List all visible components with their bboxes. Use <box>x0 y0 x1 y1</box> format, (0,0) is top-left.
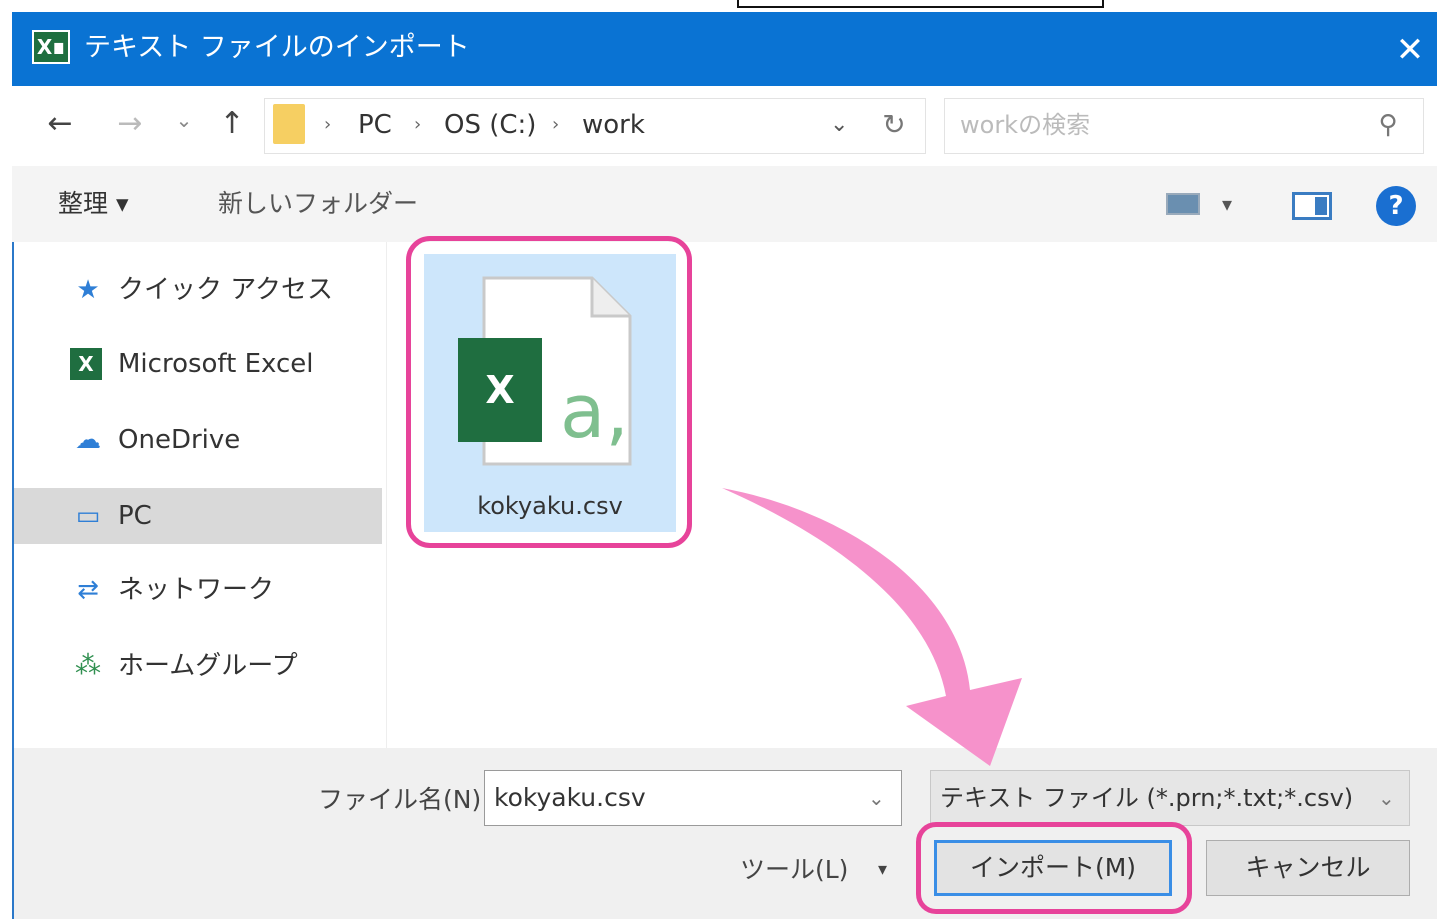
folder-icon <box>273 104 305 144</box>
tools-menu-button[interactable]: ツール(L) <box>740 850 848 890</box>
cancel-button[interactable]: キャンセル <box>1206 840 1410 896</box>
recent-locations-chevron-icon[interactable]: ⌄ <box>166 100 202 140</box>
sidebar-item-label: ネットワーク <box>118 575 275 605</box>
star-icon: ★ <box>76 275 100 305</box>
import-highlight-annotation <box>916 822 1192 914</box>
computer-icon: ▭ <box>75 501 101 531</box>
cloud-icon: ☁ <box>75 425 101 455</box>
search-icon[interactable]: ⚲ <box>1368 100 1408 150</box>
sidebar-item-onedrive[interactable]: ☁ OneDrive <box>14 412 382 468</box>
network-icon: ⇄ <box>77 575 99 605</box>
sidebar-item-microsoft-excel[interactable]: X Microsoft Excel <box>14 336 382 392</box>
change-view-icon[interactable] <box>1166 193 1200 215</box>
sidebar-item-quick-access[interactable]: ★ クイック アクセス <box>14 262 382 318</box>
new-folder-button[interactable]: 新しいフォルダー <box>218 186 418 222</box>
close-icon[interactable]: ✕ <box>1390 30 1430 70</box>
sidebar-item-label: Microsoft Excel <box>118 349 314 379</box>
preview-pane-icon[interactable] <box>1292 192 1332 220</box>
homegroup-icon: ⁂ <box>75 651 101 681</box>
file-highlight-annotation <box>406 236 692 548</box>
sidebar-item-pc[interactable]: ▭ PC <box>14 488 382 544</box>
breadcrumb-separator-icon: › <box>552 114 560 135</box>
sidebar-item-label: PC <box>118 501 152 531</box>
file-type-selected-value: テキスト ファイル (*.prn;*.txt;*.csv) <box>940 784 1354 812</box>
forward-arrow-icon[interactable]: → <box>112 104 148 144</box>
breadcrumb-separator-icon: › <box>324 114 332 135</box>
back-arrow-icon[interactable]: ← <box>42 104 78 144</box>
help-icon[interactable]: ? <box>1376 186 1416 226</box>
sidebar-item-label: OneDrive <box>118 425 241 455</box>
organize-button[interactable]: 整理 ▾ <box>58 186 129 222</box>
file-name-input[interactable]: kokyaku.csv <box>494 778 844 818</box>
sidebar-item-network[interactable]: ⇄ ネットワーク <box>14 562 382 618</box>
top-frame-edge <box>737 0 1104 8</box>
sidebar-item-label: ホームグループ <box>118 651 298 681</box>
up-arrow-icon[interactable]: ↑ <box>214 104 250 144</box>
breadcrumb-work[interactable]: work <box>582 100 645 150</box>
address-dropdown-chevron-icon[interactable]: ⌄ <box>830 100 848 150</box>
view-options-dropdown-icon[interactable]: ▾ <box>1222 186 1232 222</box>
file-name-dropdown-chevron-icon[interactable]: ⌄ <box>868 778 885 818</box>
sidebar-item-label: クイック アクセス <box>118 275 333 305</box>
breadcrumb-separator-icon: › <box>414 114 422 135</box>
excel-icon: X <box>70 348 102 380</box>
search-input[interactable]: workの検索 <box>960 100 1360 150</box>
tools-dropdown-icon[interactable]: ▾ <box>878 850 887 890</box>
breadcrumb-pc[interactable]: PC <box>358 100 392 150</box>
refresh-icon[interactable]: ↻ <box>876 100 912 150</box>
file-type-chevron-icon[interactable]: ⌄ <box>1378 778 1395 818</box>
breadcrumb-os-c[interactable]: OS (C:) <box>444 100 536 150</box>
dialog-title: テキスト ファイルのインポート <box>84 32 470 63</box>
file-name-field-label: ファイル名(N): <box>318 785 490 814</box>
sidebar-item-homegroup[interactable]: ⁂ ホームグループ <box>14 638 382 694</box>
excel-app-icon: X∎ <box>32 30 70 64</box>
